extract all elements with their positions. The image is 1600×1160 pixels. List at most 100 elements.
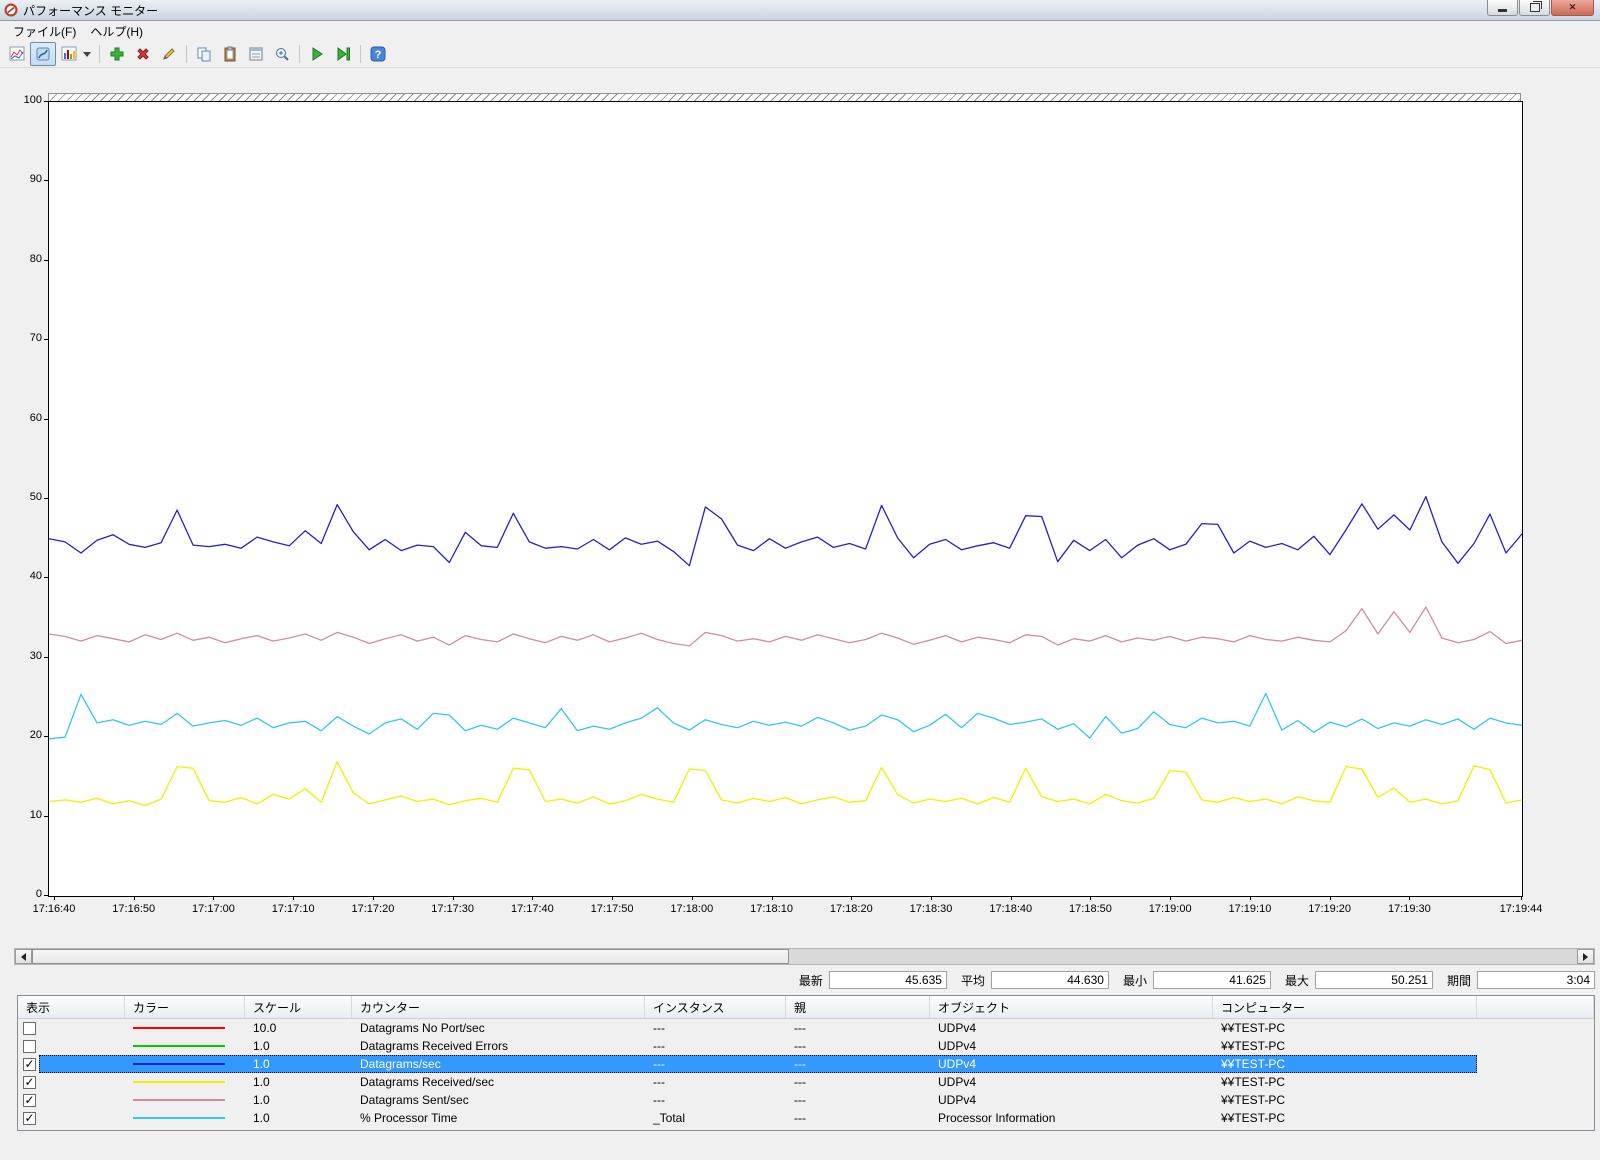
show-checkbox-checked[interactable]: ✓ [23, 1058, 36, 1071]
maximum-value: 50.251 [1315, 971, 1433, 989]
x-axis-tick-label: 17:19:00 [1149, 903, 1192, 915]
step-forward-button[interactable] [330, 42, 356, 66]
y-axis-tick [44, 657, 48, 658]
menu-help[interactable]: ヘルプ(H) [83, 21, 150, 42]
chart-plot-area [48, 101, 1523, 897]
scrollbar-thumb[interactable] [32, 949, 789, 964]
x-axis-tick-label: 17:18:00 [670, 903, 713, 915]
menu-file[interactable]: ファイル(F) [6, 21, 83, 42]
column-header-computer[interactable]: コンピューター [1213, 996, 1477, 1018]
y-axis-tick-label: 40 [2, 570, 42, 582]
window-title: パフォーマンス モニター [23, 2, 158, 19]
series-line-datagrams-sent-sec [49, 607, 1522, 646]
x-axis-tick [1011, 896, 1012, 900]
legend-row[interactable]: ✓1.0% Processor Time_Total---Processor I… [18, 1109, 1594, 1127]
y-axis-tick-label: 20 [2, 729, 42, 741]
highlight-pencil-icon [161, 46, 177, 62]
computer-cell: ¥¥TEST-PC [1213, 1093, 1477, 1107]
x-axis-tick [293, 896, 294, 900]
duration-value: 3:04 [1477, 971, 1595, 989]
maximum-label: 最大 [1285, 972, 1309, 989]
parent-cell: --- [786, 1057, 930, 1071]
scale-cell: 1.0 [245, 1093, 352, 1107]
play-icon [309, 46, 325, 62]
computer-cell: ¥¥TEST-PC [1213, 1021, 1477, 1035]
series-line-datagrams-sec [49, 497, 1522, 566]
scroll-right-icon [1583, 953, 1588, 961]
current-activity-button[interactable] [30, 42, 56, 66]
counter-color-swatch [133, 1045, 225, 1047]
legend-rows: 10.0Datagrams No Port/sec------UDPv4¥¥TE… [18, 1019, 1594, 1127]
show-checkbox-checked[interactable]: ✓ [23, 1094, 36, 1107]
duration-label: 期間 [1447, 972, 1471, 989]
horizontal-scrollbar[interactable] [14, 948, 1595, 965]
latest-label: 最新 [799, 972, 823, 989]
legend-row[interactable]: ✓1.0Datagrams/sec------UDPv4¥¥TEST-PC [18, 1055, 1594, 1073]
legend-row[interactable]: 1.0Datagrams Received Errors------UDPv4¥… [18, 1037, 1594, 1055]
counter-cell: Datagrams No Port/sec [352, 1021, 645, 1035]
y-axis-tick-label: 0 [2, 888, 42, 900]
legend-row[interactable]: ✓1.0Datagrams Sent/sec------UDPv4¥¥TEST-… [18, 1091, 1594, 1109]
x-axis-tick [692, 896, 693, 900]
add-counter-button[interactable] [104, 42, 130, 66]
help-button[interactable]: ? [365, 42, 391, 66]
scroll-right-button[interactable] [1577, 949, 1594, 964]
legend-row[interactable]: ✓1.0Datagrams Received/sec------UDPv4¥¥T… [18, 1073, 1594, 1091]
column-header-counter[interactable]: カウンター [352, 996, 645, 1018]
properties-button[interactable] [243, 42, 269, 66]
column-header-empty [1477, 996, 1594, 1018]
copy-properties-button[interactable] [191, 42, 217, 66]
column-header-object[interactable]: オブジェクト [930, 996, 1213, 1018]
delete-button[interactable] [130, 42, 156, 66]
y-axis-tick [44, 339, 48, 340]
show-checkbox-checked[interactable]: ✓ [23, 1076, 36, 1089]
histogram-dropdown-button[interactable] [56, 42, 82, 66]
x-axis-tick [1521, 896, 1522, 900]
column-header-instance[interactable]: インスタンス [645, 996, 786, 1018]
title-bar: パフォーマンス モニター ✕ [0, 0, 1600, 21]
zoom-button[interactable] [269, 42, 295, 66]
restore-button[interactable] [1519, 0, 1550, 16]
scale-cell: 10.0 [245, 1021, 352, 1035]
y-axis-tick [44, 736, 48, 737]
y-axis-tick [44, 816, 48, 817]
scale-cell: 1.0 [245, 1057, 352, 1071]
x-axis-tick-label: 17:19:30 [1388, 903, 1431, 915]
counter-color-swatch [133, 1027, 225, 1029]
line-chart-button[interactable] [4, 42, 30, 66]
y-axis-tick-label: 80 [2, 253, 42, 265]
x-axis-tick [1090, 896, 1091, 900]
x-axis-tick [1330, 896, 1331, 900]
instance-cell: --- [645, 1075, 786, 1089]
column-header-show[interactable]: 表示 [18, 996, 125, 1018]
x-axis-tick [373, 896, 374, 900]
show-checkbox-checked[interactable]: ✓ [23, 1112, 36, 1125]
histogram-dropdown-icon [61, 46, 77, 62]
highlight-pencil-button[interactable] [156, 42, 182, 66]
x-axis-tick-label: 17:18:10 [750, 903, 793, 915]
toolbar: ? [0, 41, 1600, 68]
scroll-left-icon [21, 953, 26, 961]
show-checkbox-unchecked[interactable] [23, 1022, 36, 1035]
counter-legend-table: 表示 カラー スケール カウンター インスタンス 親 オブジェクト コンピュータ… [17, 995, 1595, 1131]
y-axis-tick-label: 60 [2, 412, 42, 424]
parent-cell: --- [786, 1093, 930, 1107]
performance-monitor-window: パフォーマンス モニター ✕ ファイル(F) ヘルプ(H) ? 10090807… [0, 0, 1600, 1160]
column-header-color[interactable]: カラー [125, 996, 245, 1018]
play-button[interactable] [304, 42, 330, 66]
show-checkbox-unchecked[interactable] [23, 1040, 36, 1053]
scale-cell: 1.0 [245, 1039, 352, 1053]
close-button[interactable]: ✕ [1551, 0, 1594, 16]
window-controls: ✕ [1486, 0, 1594, 16]
minimize-button[interactable] [1487, 0, 1518, 16]
column-header-scale[interactable]: スケール [245, 996, 352, 1018]
scroll-left-button[interactable] [15, 949, 32, 964]
parent-cell: --- [786, 1111, 930, 1125]
paste-counter-list-button[interactable] [217, 42, 243, 66]
chart-type-dropdown-icon[interactable] [83, 52, 91, 57]
column-header-parent[interactable]: 親 [786, 996, 930, 1018]
properties-icon [248, 46, 264, 62]
legend-row[interactable]: 10.0Datagrams No Port/sec------UDPv4¥¥TE… [18, 1019, 1594, 1037]
counter-cell: % Processor Time [352, 1111, 645, 1125]
parent-cell: --- [786, 1075, 930, 1089]
